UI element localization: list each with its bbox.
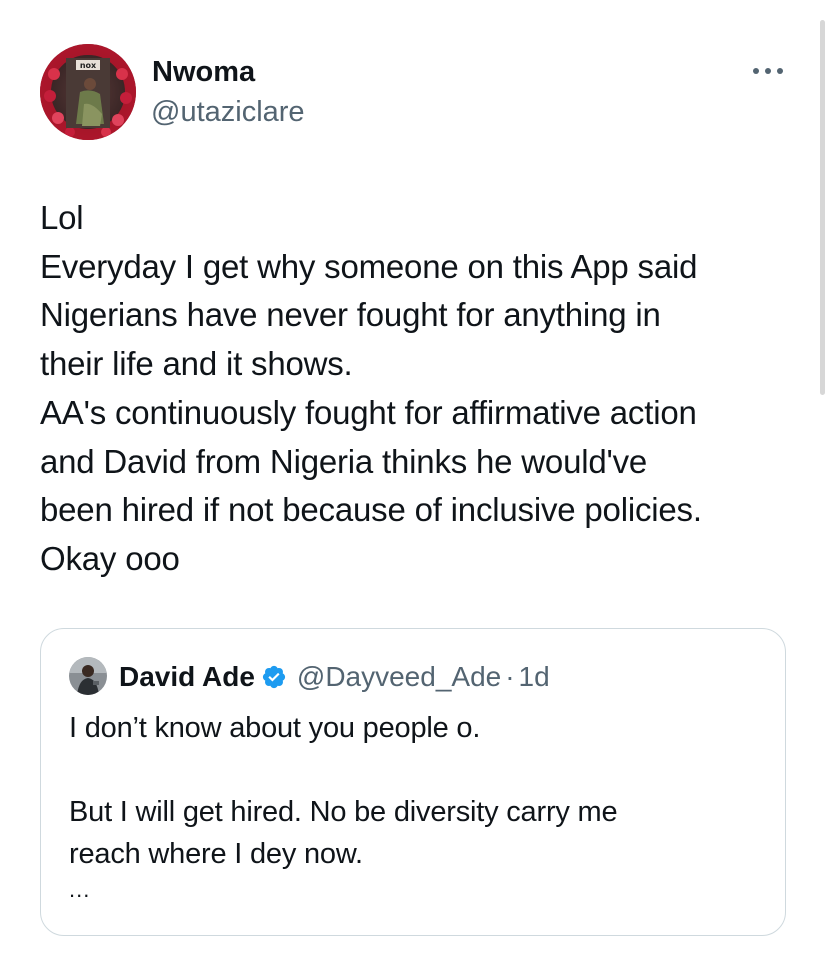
- quoted-tweet-line: But I will get hired. No be diversity ca…: [69, 796, 618, 828]
- scrollbar-thumb[interactable]: [820, 20, 825, 395]
- tweet-line: their life and it shows.: [40, 345, 353, 383]
- tweet-line: and David from Nigeria thinks he would'v…: [40, 442, 648, 480]
- quoted-tweet-time[interactable]: 1d: [519, 661, 550, 693]
- quoted-author-avatar-image: [69, 657, 107, 695]
- author-handle[interactable]: @utaziclare: [151, 94, 305, 130]
- more-options-button[interactable]: [748, 58, 788, 84]
- tweet-line: Everyday I get why someone on this App s…: [40, 247, 698, 285]
- tweet-line: Okay ooo: [40, 539, 180, 577]
- truncation-ellipsis: ...: [69, 877, 91, 902]
- author-avatar-image: nox: [40, 44, 136, 140]
- tweet-page: nox Nwoma @utaziclare Lol Everyday I get…: [0, 0, 828, 970]
- quoted-author-name[interactable]: David Ade: [119, 661, 255, 693]
- more-horizontal-icon: [753, 68, 783, 74]
- tweet-text: Lol Everyday I get why someone on this A…: [40, 194, 810, 584]
- verified-badge-icon: [261, 664, 287, 690]
- scrollbar[interactable]: [816, 0, 828, 970]
- separator-dot: ·: [505, 661, 515, 692]
- quoted-author-avatar[interactable]: [69, 657, 107, 695]
- quoted-tweet-text: I don’t know about you people o. But I w…: [69, 707, 769, 905]
- quoted-tweet-line: I don’t know about you people o.: [69, 712, 481, 744]
- tweet-line: Nigerians have never fought for anything…: [40, 296, 661, 334]
- quoted-tweet-card[interactable]: David Ade @Dayveed_Ade · 1d I don’t know…: [40, 628, 786, 936]
- author-name[interactable]: Nwoma: [152, 54, 255, 90]
- quoted-author-handle[interactable]: @Dayveed_Ade: [297, 661, 501, 693]
- author-avatar[interactable]: nox: [40, 44, 136, 140]
- tweet-line: AA's continuously fought for affirmative…: [40, 393, 697, 431]
- tweet-line: been hired if not because of inclusive p…: [40, 491, 702, 529]
- avatar-badge-text: nox: [80, 61, 97, 70]
- quoted-tweet-line: reach where I dey now.: [69, 838, 363, 870]
- tweet-line: Lol: [40, 199, 84, 236]
- quoted-tweet-header: David Ade @Dayveed_Ade · 1d: [119, 659, 550, 695]
